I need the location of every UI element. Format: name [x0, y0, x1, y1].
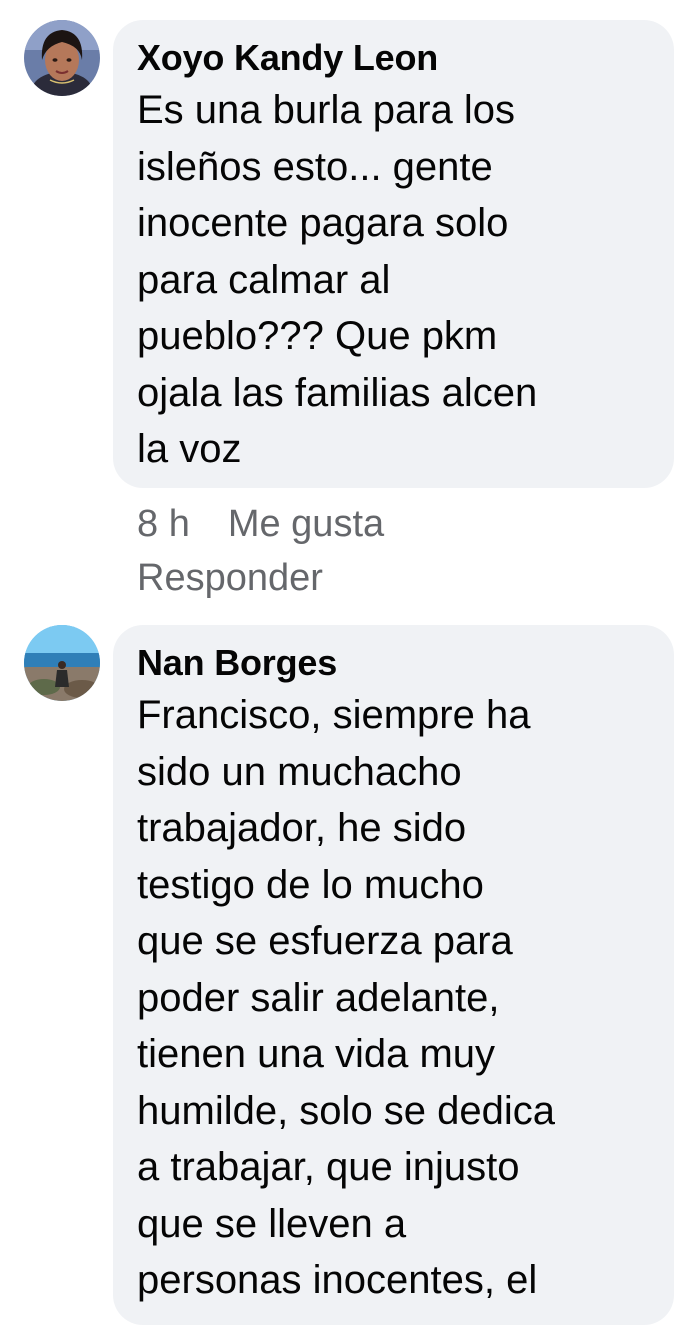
comment-bubble: Xoyo Kandy Leon Es una burla para los is…	[113, 20, 674, 488]
avatar[interactable]	[24, 625, 100, 701]
like-button[interactable]: Me gusta	[228, 497, 384, 551]
comment-actions: 8 h Me gusta Responder	[137, 497, 384, 605]
avatar[interactable]	[24, 20, 100, 96]
comment-timestamp[interactable]: 8 h	[137, 497, 190, 551]
comment-bubble: Nan Borges Francisco, siempre ha sido un…	[113, 625, 674, 1325]
profile-photo-icon	[24, 20, 100, 96]
comment-text: Es una burla para los isleños esto... ge…	[137, 88, 538, 471]
profile-photo-icon	[24, 625, 100, 701]
comment-author[interactable]: Xoyo Kandy Leon	[137, 34, 652, 82]
comment-author[interactable]: Nan Borges	[137, 639, 652, 687]
reply-button[interactable]: Responder	[137, 551, 384, 605]
comment-text: Francisco, siempre ha sido un muchacho t…	[137, 693, 556, 1302]
